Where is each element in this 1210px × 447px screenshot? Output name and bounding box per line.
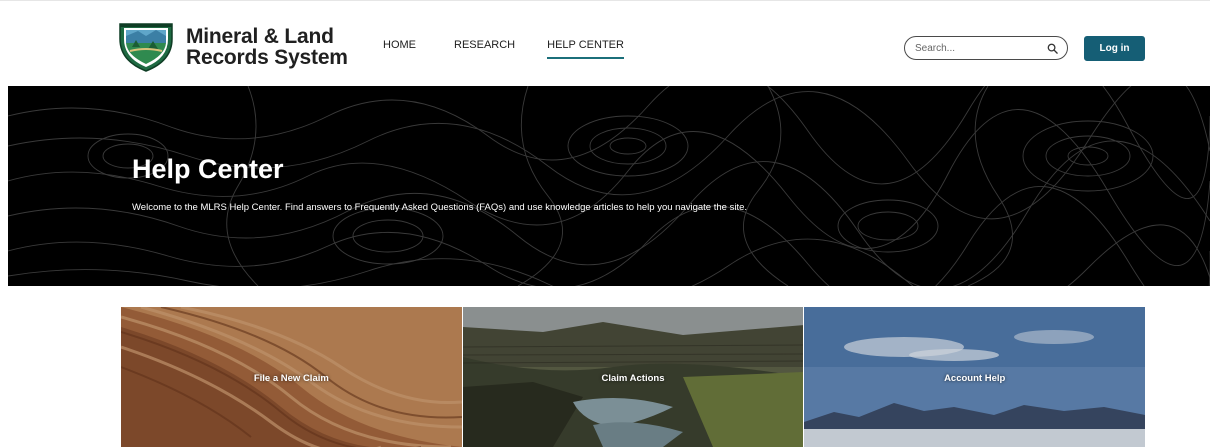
search-icon[interactable]: [1045, 41, 1059, 55]
logo-text-line2: Records System: [186, 46, 348, 69]
site-header: Mineral & Land Records System HOME RESEA…: [0, 0, 1210, 86]
nav-home-link[interactable]: HOME: [383, 39, 416, 59]
nav-help-center-link[interactable]: HELP CENTER: [547, 39, 624, 59]
search-input[interactable]: [915, 42, 1035, 54]
site-logo-link[interactable]: Mineral & Land Records System: [118, 19, 350, 75]
hero-banner: Help Center Welcome to the MLRS Help Cen…: [8, 86, 1210, 286]
page-subtitle: Welcome to the MLRS Help Center. Find an…: [132, 202, 747, 213]
page-title: Help Center: [132, 154, 284, 184]
logo-text-line1: Mineral & Land: [186, 25, 334, 48]
topographic-background-image: [8, 86, 1210, 286]
blm-shield-logo: [119, 23, 173, 72]
tile-file-new-claim[interactable]: File a New Claim: [121, 307, 462, 447]
main-nav: HOME RESEARCH HELP CENTER: [383, 39, 624, 59]
tile-label-file-new-claim: File a New Claim: [253, 373, 329, 384]
search-box: [904, 36, 1068, 60]
nav-research-link[interactable]: RESEARCH: [454, 39, 515, 59]
tile-label-claim-actions: Claim Actions: [601, 373, 665, 384]
login-button[interactable]: Log in: [1084, 36, 1145, 61]
help-topic-tiles: File a New Claim Claim Actions Account H…: [121, 307, 1146, 447]
tile-claim-actions[interactable]: Claim Actions: [462, 307, 804, 447]
tile-account-help[interactable]: Account Help: [804, 307, 1146, 447]
tile-label-account-help: Account Help: [944, 373, 1006, 384]
